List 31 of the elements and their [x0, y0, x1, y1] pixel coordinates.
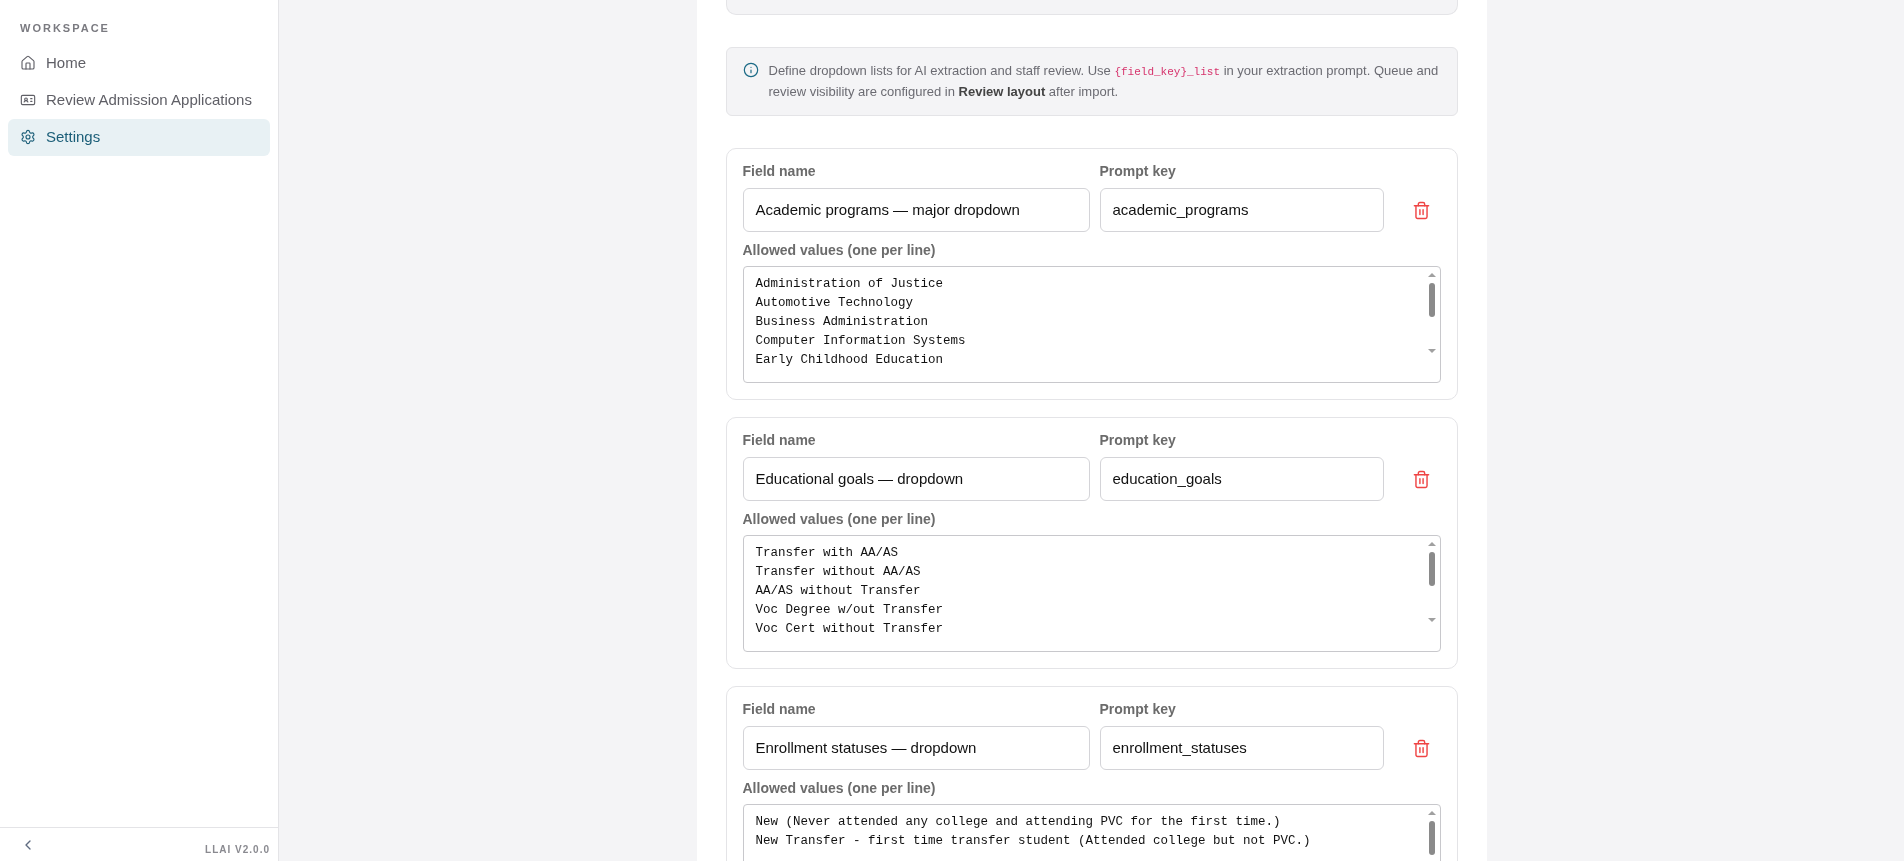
id-card-icon	[20, 92, 36, 108]
settings-icon	[20, 129, 36, 145]
prompt-key-input[interactable]: education_goals	[1099, 457, 1384, 501]
section-label: WORKSPACE	[19, 21, 111, 36]
sidebar-item[interactable]: Settings	[8, 118, 270, 156]
field-label: Allowed values (one per line)	[742, 241, 937, 260]
delete-icon[interactable]	[1411, 470, 1431, 489]
prompt-key-input[interactable]: enrollment_statuses	[1099, 726, 1384, 770]
delete-icon[interactable]	[1411, 201, 1431, 220]
version-label: LLAI V2.0.0	[205, 843, 270, 857]
field-label: Prompt key	[1099, 162, 1177, 181]
field-label: Allowed values (one per line)	[742, 779, 937, 798]
field-name-input[interactable]: Enrollment statuses — dropdown	[742, 726, 1090, 770]
field-label: Field name	[742, 162, 817, 181]
info-text: Define dropdown lists for AI extraction and staff review. Use {field_key}_list in your extraction prompt. Queue and review visibility are configured in Review layout after import.	[768, 62, 1440, 101]
allowed-values-textarea[interactable]: Transfer with AA/AS Transfer without AA/AS AA/AS without Transfer Voc Degree w/out Transfer Voc Cert without Transfer	[742, 535, 1441, 652]
allowed-values-textarea[interactable]: New (Never attended any college and attending PVC for the first time.) New Transfer - first time transfer student (Attended college but not PVC.)	[742, 804, 1441, 861]
sidebar-item[interactable]: Review Admission Applications	[8, 81, 270, 119]
info-icon	[742, 62, 759, 78]
field-label: Prompt key	[1099, 700, 1177, 719]
sidebar-item[interactable]: Home	[8, 44, 270, 82]
field-label: Field name	[742, 431, 817, 450]
field-name-input[interactable]: Academic programs — major dropdown	[742, 188, 1090, 232]
delete-icon[interactable]	[1411, 739, 1431, 758]
home-icon	[20, 55, 36, 71]
prompt-key-input[interactable]: academic_programs	[1099, 188, 1384, 232]
field-label: Field name	[742, 700, 817, 719]
field-label: Allowed values (one per line)	[742, 510, 937, 529]
field-label: Prompt key	[1099, 431, 1177, 450]
allowed-values-textarea[interactable]: Administration of Justice Automotive Technology Business Administration Computer Information Systems Early Childhood Education	[742, 266, 1441, 383]
field-name-input[interactable]: Educational goals — dropdown	[742, 457, 1090, 501]
